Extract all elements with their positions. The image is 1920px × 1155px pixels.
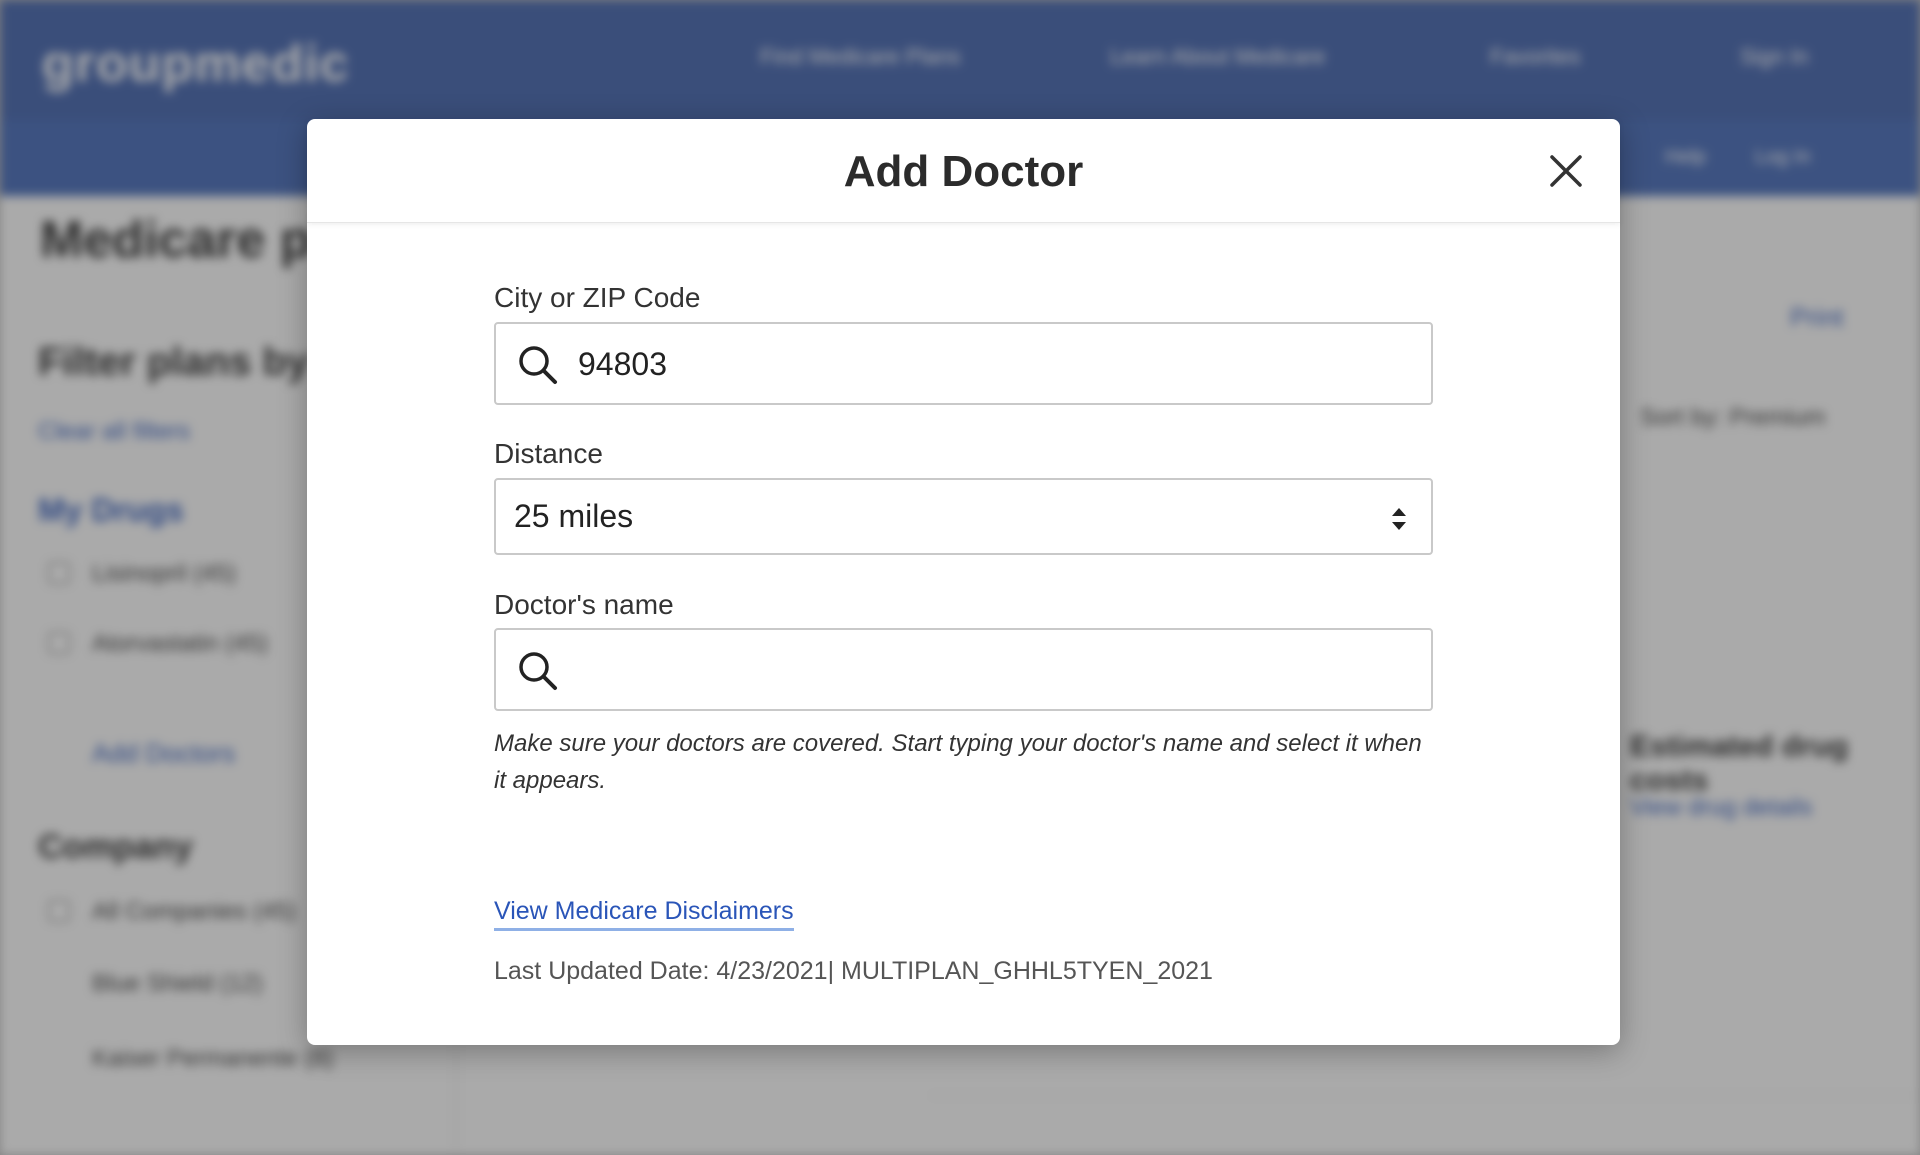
city-zip-input[interactable] [578,336,1408,392]
search-icon [516,343,560,387]
search-icon [516,649,560,693]
city-zip-label: City or ZIP Code [494,282,701,313]
modal-title: Add Doctor [843,147,1084,196]
add-doctor-modal: Add Doctor City or ZIP Code Distance 25 … [307,119,1620,1045]
distance-label: Distance [494,438,603,469]
distance-value: 25 miles [514,498,634,534]
distance-select[interactable]: 25 miles [494,478,1433,555]
doctor-name-label: Doctor's name [494,589,674,620]
close-icon[interactable] [1544,149,1588,193]
select-arrows-icon [1391,506,1407,532]
modal-header: Add Doctor [307,119,1620,223]
doctor-name-input[interactable] [578,642,1408,698]
city-zip-field[interactable] [494,322,1433,405]
doctor-name-field[interactable] [494,628,1433,711]
view-disclaimers-link[interactable]: View Medicare Disclaimers [494,897,794,931]
last-updated-text: Last Updated Date: 4/23/2021| MULTIPLAN_… [494,957,1213,985]
doctor-helper-text: Make sure your doctors are covered. Star… [494,730,1422,794]
